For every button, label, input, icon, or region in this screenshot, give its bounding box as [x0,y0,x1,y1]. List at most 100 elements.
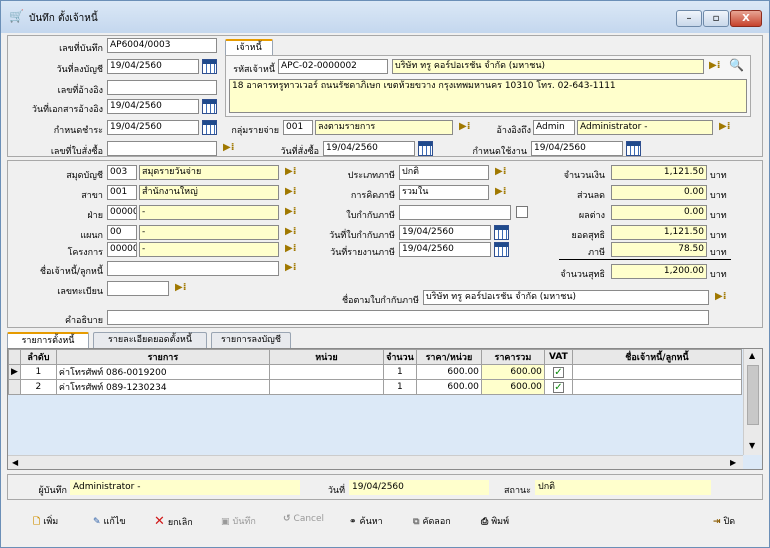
po-date-field[interactable]: 19/04/2560 [323,141,415,156]
lookup-icon[interactable]: ▶⁞ [285,206,297,217]
lookup-icon[interactable]: ▶⁞ [495,186,507,197]
proj-code-field[interactable]: 00000 [107,242,137,257]
exit-button[interactable]: ⇥ ปิด [713,514,735,528]
discount-field[interactable]: 0.00 [611,185,707,200]
inv-date-field[interactable]: 19/04/2560 [399,225,491,240]
dept-code-field[interactable]: 00 [107,225,137,240]
calendar-icon[interactable] [202,99,217,114]
ref-no-field[interactable] [107,80,217,95]
cancel-doc-button[interactable]: ✕ ยกเลิก [154,514,193,529]
report-date-field[interactable]: 19/04/2560 [399,242,491,257]
lookup-icon[interactable]: ▶⁞ [459,121,471,132]
lookup-icon[interactable]: ▶⁞ [285,226,297,237]
party-field[interactable] [107,261,279,276]
branch-code-field[interactable]: 001 [107,185,137,200]
grand-label: จำนวนสุทธิ [560,270,605,280]
exit-label: ปิด [723,517,736,527]
calendar-icon[interactable] [626,141,641,156]
ref-by-code-field[interactable]: Admin [533,120,575,135]
scroll-right-icon[interactable]: ▶ [730,458,736,467]
div-code-field[interactable]: 00000 [107,205,137,220]
inv-field[interactable] [399,205,511,220]
cell-price[interactable]: 600.00 [415,364,482,380]
maximize-button[interactable]: ▫ [703,10,729,27]
lookup-icon[interactable]: ▶⁞ [223,142,235,153]
row-indicator-header [8,349,21,365]
po-date-label: วันที่สั่งซื้อ [280,147,319,157]
col-vat[interactable]: VAT [543,349,573,365]
cancel-button[interactable]: ↺ Cancel [283,514,324,524]
tab-items[interactable]: รายการตั้งหนี้ [7,332,89,348]
use-date-field[interactable]: 19/04/2560 [531,141,623,156]
calendar-icon[interactable] [418,141,433,156]
diff-field: 0.00 [611,205,707,220]
due-label: กำหนดชำระ [53,126,103,136]
vat-checkbox[interactable]: ✓ [552,381,564,393]
exp-group-code-field[interactable]: 001 [283,120,313,135]
lookup-icon[interactable]: ▶⁞ [719,121,731,132]
cell-unit[interactable] [268,379,384,395]
lookup-icon[interactable]: ▶⁞ [285,186,297,197]
scroll-left-icon[interactable]: ◀ [12,458,18,467]
save-button[interactable]: ▣ บันทึก [221,514,256,528]
edit-button[interactable]: ✎ แก้ไข [93,514,125,528]
po-field[interactable] [107,141,217,156]
col-price[interactable]: ราคา/หน่วย [415,349,482,365]
print-button[interactable]: ⎙ พิมพ์ [481,514,509,528]
minimize-button[interactable]: – [676,10,702,27]
cell-price[interactable]: 600.00 [415,379,482,395]
lookup-icon[interactable]: ▶⁞ [495,166,507,177]
tab-accounting[interactable]: รายการลงบัญชี [211,332,291,348]
calendar-icon[interactable] [202,59,217,74]
add-button[interactable]: 🗋 เพิ่ม [33,514,58,530]
col-total[interactable]: ราคารวม [480,349,545,365]
scroll-up-icon[interactable]: ▲ [749,351,755,360]
cell-party[interactable] [571,364,743,380]
col-qty[interactable]: จำนวน [382,349,417,365]
col-party[interactable]: ชื่อเจ้าหนี้/ลูกหนี้ [571,349,743,365]
lookup-icon[interactable]: ▶⁞ [175,282,187,293]
book-code-field[interactable]: 003 [107,165,137,180]
reg-field[interactable] [107,281,169,296]
cell-party[interactable] [571,379,743,395]
cell-item[interactable]: ค่าโทรศัพท์ 089-1230234 [55,379,270,395]
lookup-icon[interactable]: ▶⁞ [285,166,297,177]
search-button[interactable]: ⚭ ค้นหา [349,514,383,528]
scroll-down-icon[interactable]: ▼ [749,441,755,450]
col-item[interactable]: รายการ [55,349,270,365]
doc-no-field[interactable]: AP6004/0003 [107,38,217,53]
cell-qty[interactable]: 1 [382,364,417,380]
horizontal-scrollbar[interactable]: ◀ ▶ [8,455,743,469]
desc-field[interactable] [107,310,709,325]
tab-details[interactable]: รายละเอียดยอดตั้งหนี้ [93,332,207,348]
search-doc-icon[interactable]: 🔍 [729,58,744,72]
calendar-icon[interactable] [494,225,509,240]
table-row[interactable]: ▶ 1 ค่าโทรศัพท์ 086-0019200 1 600.00 600… [8,364,743,380]
scroll-thumb[interactable] [747,365,759,425]
close-button[interactable]: X [730,10,762,27]
due-field[interactable]: 19/04/2560 [107,120,199,135]
calendar-icon[interactable] [202,120,217,135]
cell-unit[interactable] [268,364,384,380]
calendar-icon[interactable] [494,242,509,257]
tab-creditor[interactable]: เจ้าหนี้ [225,39,273,55]
lookup-icon[interactable]: ▶⁞ [715,291,727,302]
lookup-icon[interactable]: ▶⁞ [285,262,297,273]
cell-qty[interactable]: 1 [382,379,417,395]
col-unit[interactable]: หน่วย [268,349,384,365]
creditor-code-field[interactable]: APC-02-0000002 [278,59,388,74]
vertical-scrollbar[interactable]: ▲ ▼ [743,349,762,455]
inv-checkbox[interactable] [516,206,528,218]
lookup-icon[interactable]: ▶⁞ [709,60,721,71]
copy-button[interactable]: ⧉ คัดลอก [413,514,451,528]
col-no[interactable]: ลำดับ [19,349,57,365]
post-date-field[interactable]: 19/04/2560 [107,59,199,74]
vat-checkbox[interactable]: ✓ [552,366,564,378]
tax-type-field[interactable]: ปกติ [399,165,489,180]
ref-date-field[interactable]: 19/04/2560 [107,99,199,114]
inv-name-field[interactable]: บริษัท ทรู คอร์ปอเรชั่น จำกัด (มหาชน) [423,290,709,305]
tax-calc-field[interactable]: รวมใน [399,185,489,200]
table-row[interactable]: 2 ค่าโทรศัพท์ 089-1230234 1 600.00 600.0… [8,379,743,395]
lookup-icon[interactable]: ▶⁞ [285,243,297,254]
cell-item[interactable]: ค่าโทรศัพท์ 086-0019200 [55,364,270,380]
